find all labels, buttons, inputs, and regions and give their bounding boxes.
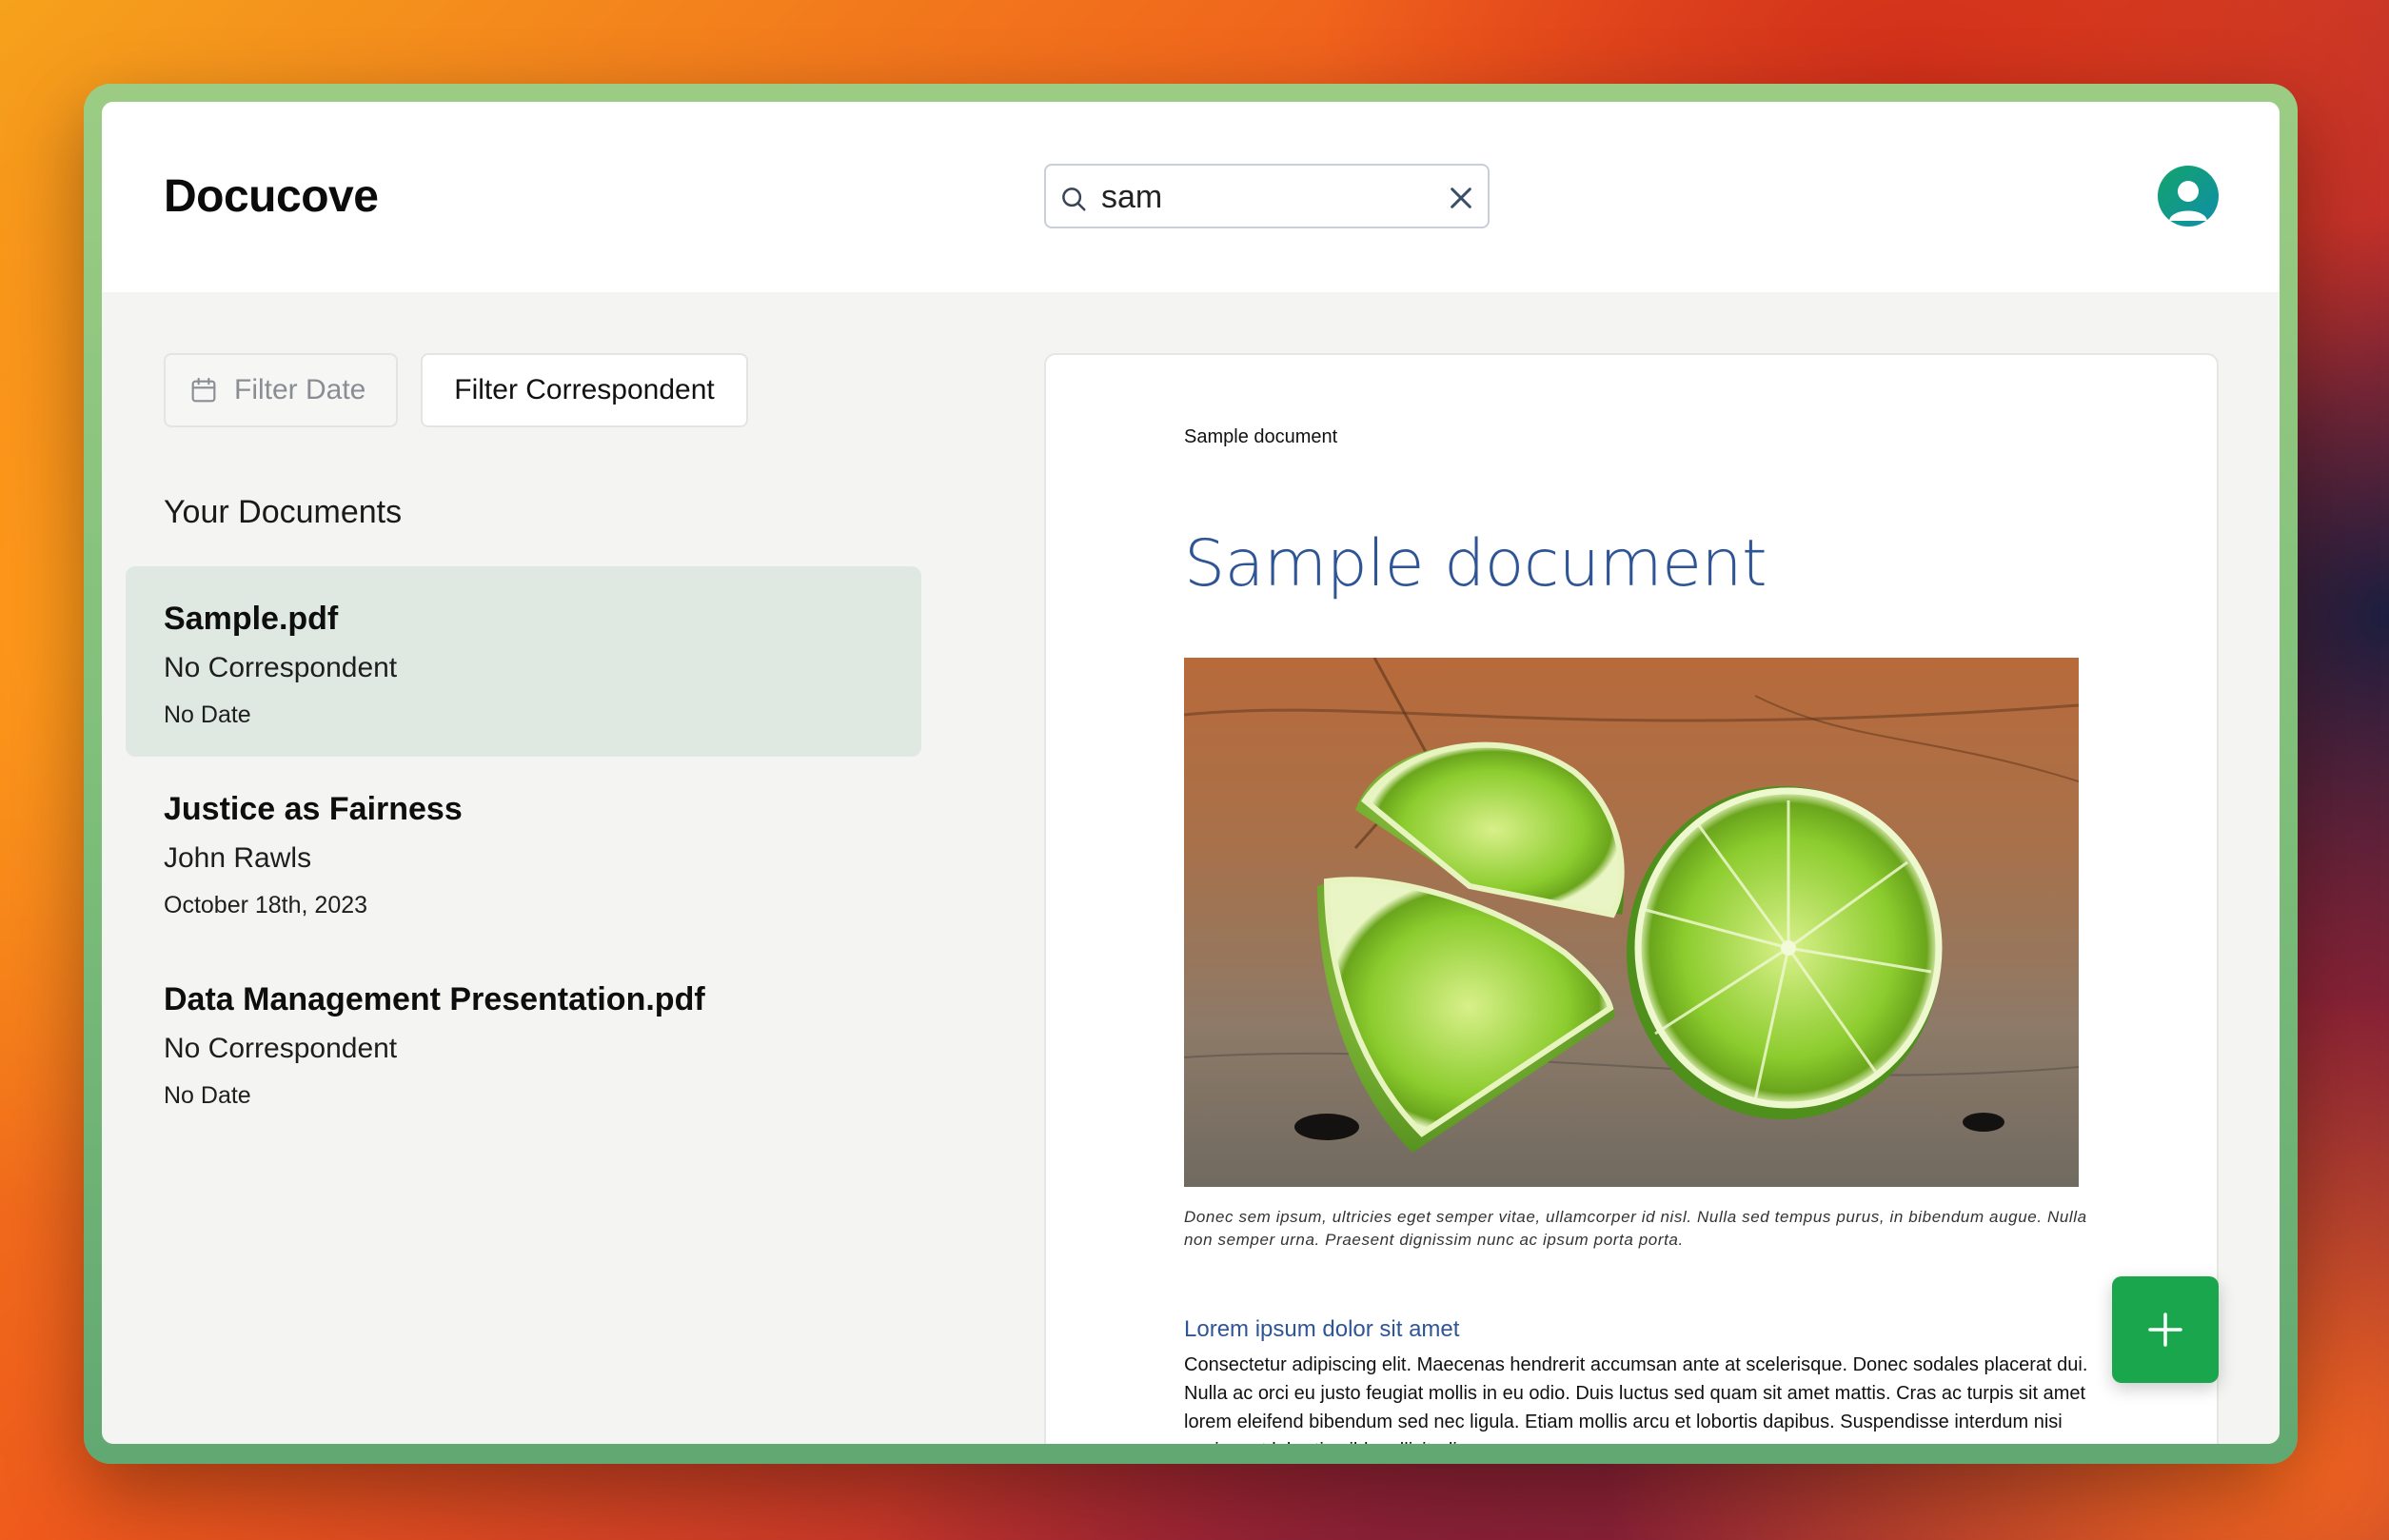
document-title: Data Management Presentation.pdf [164, 981, 705, 1017]
desktop-wallpaper: Docucove sam Filter Date Filter Correspo… [0, 0, 2389, 1540]
add-document-button[interactable] [2112, 1276, 2219, 1383]
filter-correspondent-label: Filter Correspondent [454, 374, 715, 405]
search-icon [1062, 188, 1086, 211]
app-window: Docucove sam Filter Date Filter Correspo… [102, 102, 2280, 1444]
preview-limes-image [1184, 658, 2079, 1187]
documents-heading: Your Documents [164, 494, 403, 530]
preview-subheading: Lorem ipsum dolor sit amet [1184, 1316, 1460, 1342]
filter-date-button[interactable]: Filter Date [164, 353, 398, 427]
document-title: Sample.pdf [164, 601, 339, 637]
search-input[interactable] [1099, 173, 1427, 221]
document-date: October 18th, 2023 [164, 892, 368, 918]
document-date: No Date [164, 1082, 251, 1109]
document-correspondent: No Correspondent [164, 652, 398, 683]
close-icon[interactable] [1446, 183, 1476, 213]
document-preview[interactable]: Sample document Sample document Donec se… [1044, 353, 2219, 1444]
filter-correspondent-button[interactable]: Filter Correspondent [421, 353, 748, 427]
document-list: Sample.pdf No Correspondent No Date Just… [126, 566, 921, 1137]
calendar-icon [191, 377, 216, 403]
document-correspondent: No Correspondent [164, 1033, 398, 1064]
limes-illustration [1184, 658, 2079, 1187]
plus-icon [2148, 1313, 2182, 1347]
document-title: Justice as Fairness [164, 791, 463, 827]
preview-page-header: Sample document [1184, 426, 1338, 447]
preview-body-text: Consectetur adipiscing elit. Maecenas he… [1184, 1354, 2088, 1444]
document-item[interactable]: Data Management Presentation.pdf No Corr… [126, 947, 921, 1137]
document-item[interactable]: Justice as Fairness John Rawls October 1… [126, 757, 921, 947]
top-bar: Docucove [102, 102, 2280, 292]
filter-date-label: Filter Date [234, 374, 366, 405]
app-logo[interactable]: Docucove [164, 170, 379, 223]
document-date: No Date [164, 701, 251, 728]
preview-image-caption: Donec sem ipsum, ultricies eget semper v… [1184, 1208, 2087, 1249]
avatar-person-icon [2169, 181, 2207, 221]
user-avatar-icon[interactable] [2158, 166, 2219, 227]
document-item[interactable]: Sample.pdf No Correspondent No Date [126, 566, 921, 757]
preview-title: Sample document [1184, 526, 1767, 602]
search-box[interactable] [1044, 164, 1490, 228]
document-correspondent: John Rawls [164, 842, 312, 874]
